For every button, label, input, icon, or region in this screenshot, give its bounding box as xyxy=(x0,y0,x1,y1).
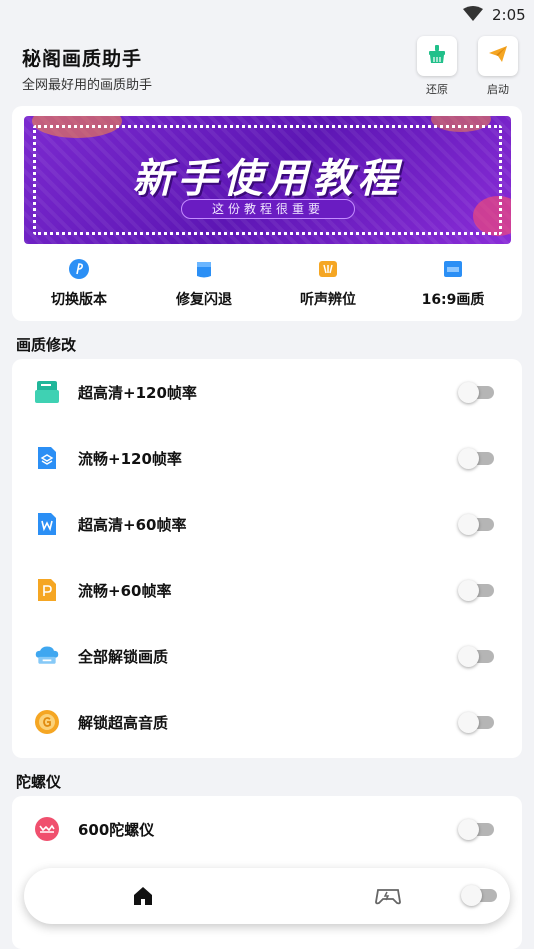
quick-action-switch-version[interactable]: 切换版本 xyxy=(24,258,134,309)
gyro-icon xyxy=(34,816,60,842)
banner-subtitle: 这份教程很重要 xyxy=(181,199,355,219)
quick-actions: 切换版本 修复闪退 听声辨位 16:9画质 xyxy=(12,258,522,308)
ppt-doc-icon xyxy=(34,577,60,603)
quick-action-label: 修复闪退 xyxy=(176,292,232,308)
list-item[interactable]: 全部解锁画质 xyxy=(12,623,522,689)
version-switch-icon xyxy=(68,258,90,280)
list-item[interactable]: 流畅+120帧率 xyxy=(12,425,522,491)
ratio-icon xyxy=(442,258,464,280)
section-title-gyro: 陀螺仪 xyxy=(16,773,62,791)
list-item-label: 解锁超高音质 xyxy=(78,714,169,732)
status-bar: 2:05 xyxy=(0,0,534,30)
top-card: 新手使用教程 这份教程很重要 切换版本 修复闪退 听声辨位 16:9画质 xyxy=(12,106,522,321)
blue-layers-icon xyxy=(34,445,60,471)
broom-icon xyxy=(426,43,448,69)
paper-plane-icon xyxy=(487,43,509,69)
list-item-label: 超高清+60帧率 xyxy=(78,516,187,534)
restore-button[interactable]: 还原 xyxy=(416,36,458,97)
audio-coin-icon xyxy=(34,709,60,735)
toggle-switch[interactable] xyxy=(461,885,497,906)
list-item-label: 流畅+60帧率 xyxy=(78,582,172,600)
sound-locate-icon xyxy=(317,258,339,280)
quick-action-label: 切换版本 xyxy=(51,292,107,308)
list-item[interactable]: 600陀螺仪 xyxy=(12,796,522,862)
app-subtitle: 全网最好用的画质助手 xyxy=(22,78,153,93)
toggle-switch[interactable] xyxy=(458,712,494,733)
launch-button[interactable]: 启动 xyxy=(477,36,519,97)
repair-icon xyxy=(193,258,215,280)
list-item-label: 全部解锁画质 xyxy=(78,648,169,666)
list-item[interactable]: 超高清+120帧率 xyxy=(12,359,522,425)
toggle-switch[interactable] xyxy=(458,819,494,840)
status-time: 2:05 xyxy=(492,6,526,24)
toggle-switch[interactable] xyxy=(458,382,494,403)
teal-doc-icon xyxy=(34,379,60,405)
banner-title: 新手使用教程 xyxy=(132,156,403,202)
list-item[interactable]: 超高清+60帧率 xyxy=(12,491,522,557)
bottom-navigation xyxy=(24,868,510,924)
quality-list: 超高清+120帧率 流畅+120帧率 超高清+60帧率 流畅+60帧率 全部解锁… xyxy=(12,359,522,758)
app-title: 秘阁画质助手 xyxy=(22,48,143,70)
word-doc-icon xyxy=(34,511,60,537)
launch-label: 启动 xyxy=(487,83,509,96)
toggle-switch[interactable] xyxy=(458,646,494,667)
gamepad-icon[interactable] xyxy=(375,884,401,910)
cloud-unlock-icon xyxy=(34,643,60,669)
list-item[interactable]: 解锁超高音质 xyxy=(12,689,522,755)
tutorial-banner[interactable]: 新手使用教程 这份教程很重要 xyxy=(24,116,511,244)
list-item-label: 超高清+120帧率 xyxy=(78,384,197,402)
list-item-label: 流畅+120帧率 xyxy=(78,450,182,468)
quick-action-16-9[interactable]: 16:9画质 xyxy=(398,258,508,309)
home-icon[interactable] xyxy=(132,885,154,911)
section-title-quality: 画质修改 xyxy=(16,336,77,354)
toggle-switch[interactable] xyxy=(458,580,494,601)
quick-action-sound-locate[interactable]: 听声辨位 xyxy=(273,258,383,309)
restore-label: 还原 xyxy=(426,83,448,96)
wifi-icon xyxy=(463,6,483,26)
list-item[interactable]: 流畅+60帧率 xyxy=(12,557,522,623)
quick-action-repair-crash[interactable]: 修复闪退 xyxy=(149,258,259,309)
toggle-switch[interactable] xyxy=(458,448,494,469)
quick-action-label: 听声辨位 xyxy=(300,292,356,308)
toggle-switch[interactable] xyxy=(458,514,494,535)
list-item-label: 600陀螺仪 xyxy=(78,821,155,839)
quick-action-label: 16:9画质 xyxy=(421,292,485,308)
